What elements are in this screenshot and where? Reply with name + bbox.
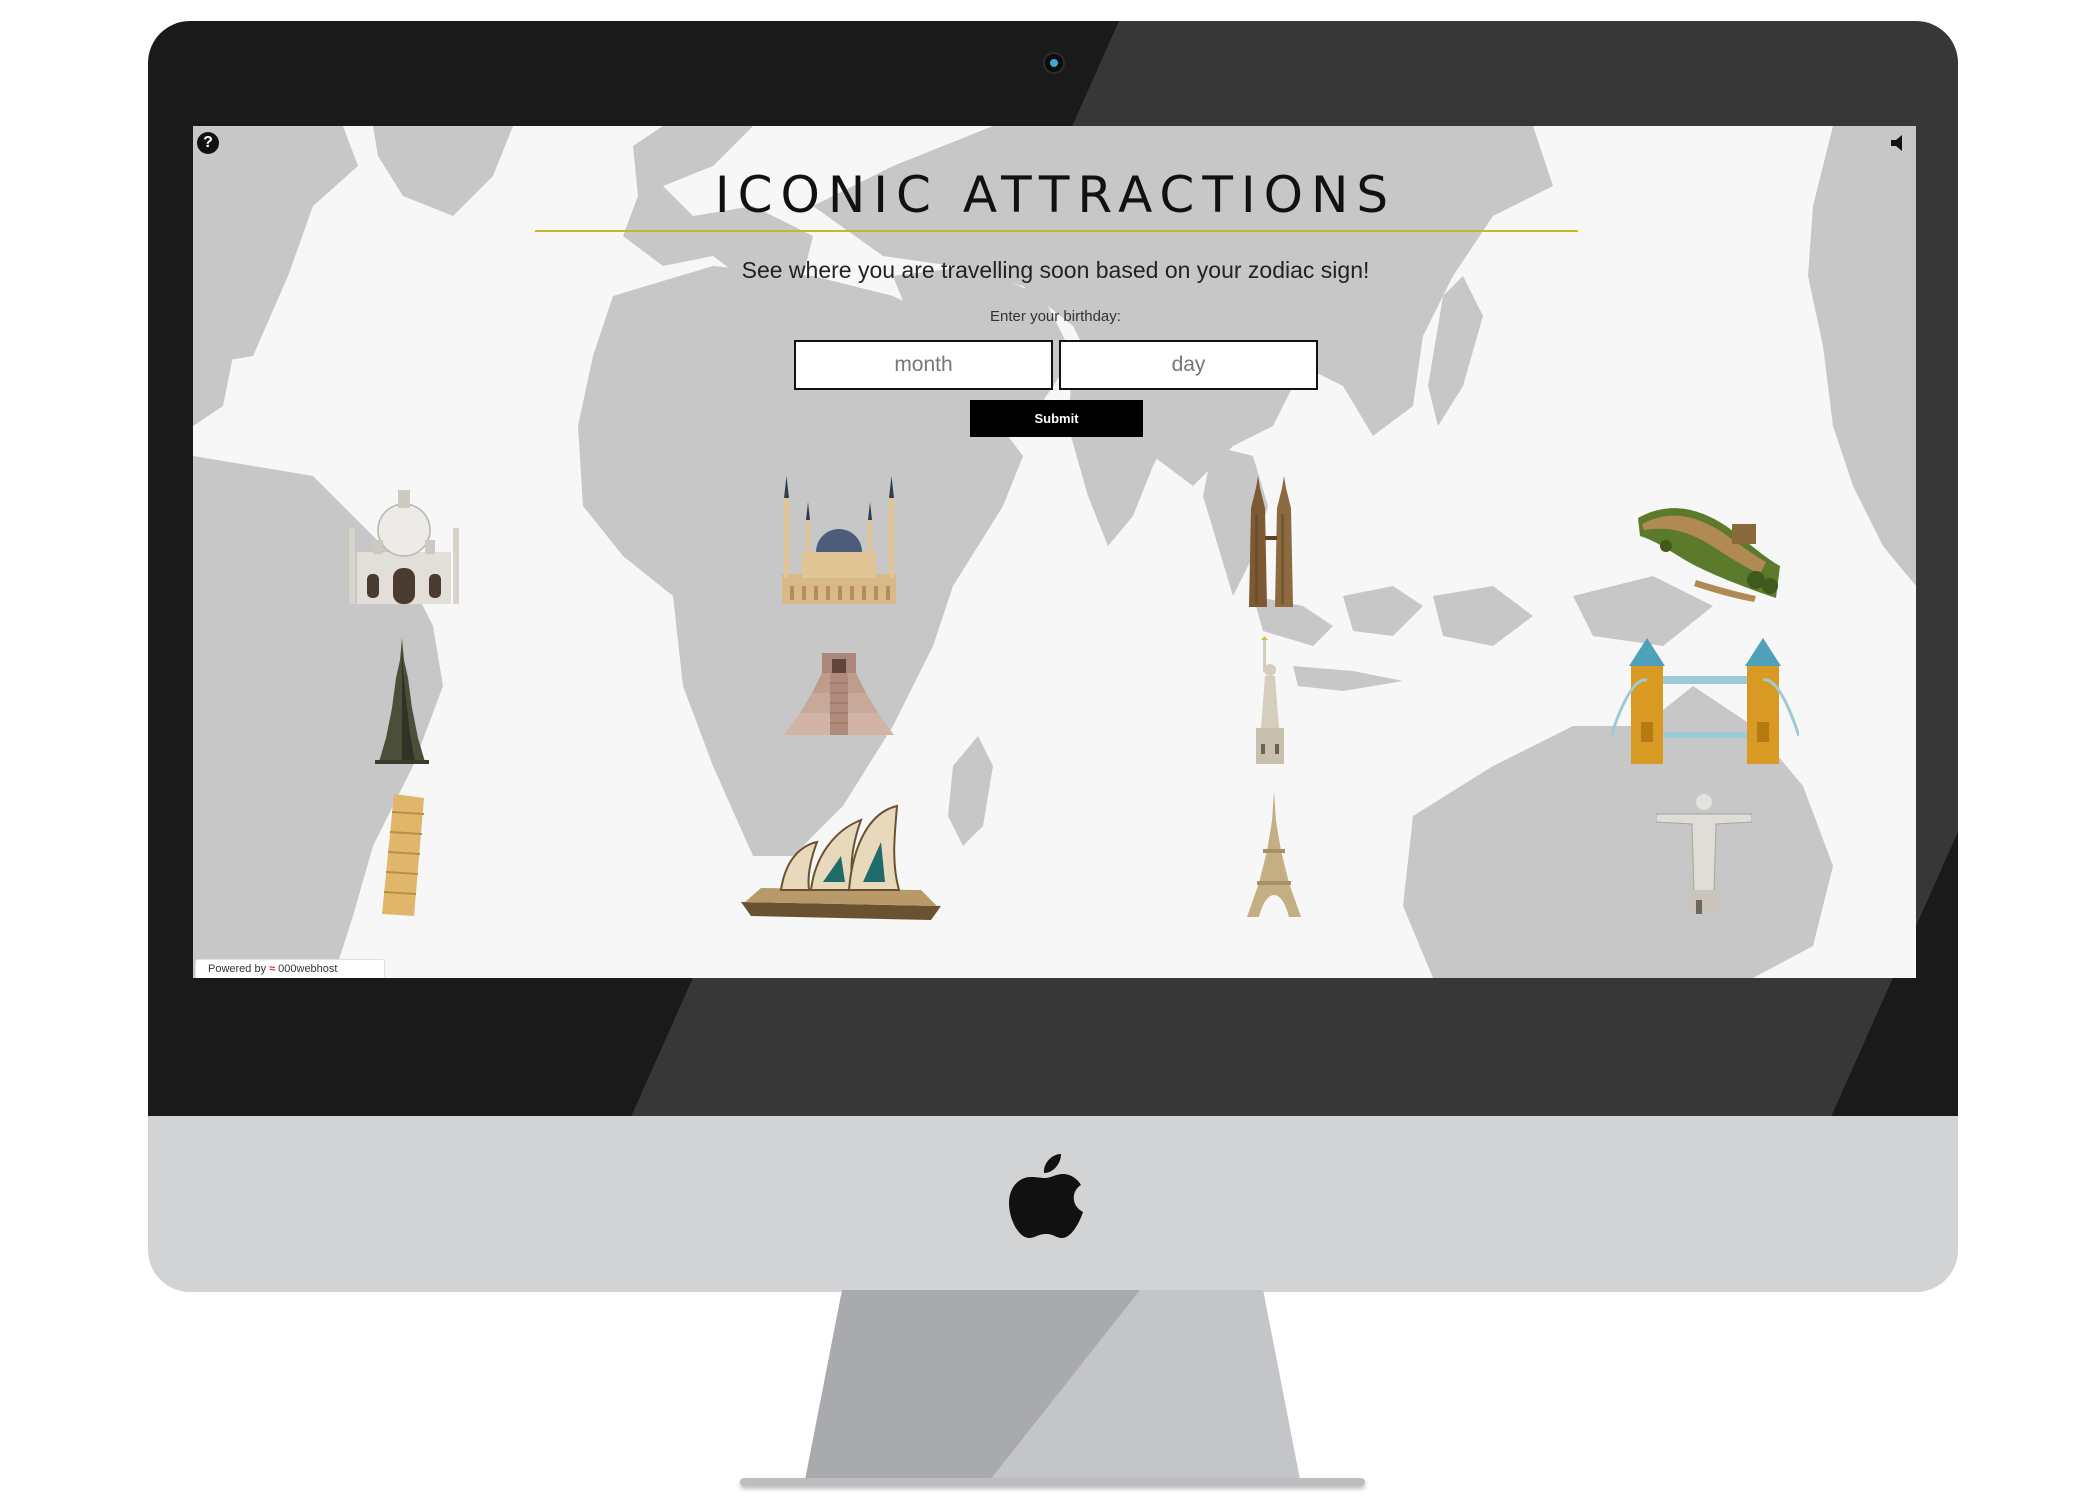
burj-khalifa-icon[interactable]: [369, 638, 435, 766]
taj-mahal-icon[interactable]: [345, 482, 463, 607]
webcam: [1043, 52, 1065, 74]
browser-viewport: ? ICONIC ATTRACTIONS See where you are t…: [193, 126, 1916, 978]
petronas-towers-icon[interactable]: [1245, 474, 1297, 607]
monitor-stand: [805, 1290, 1300, 1480]
apple-logo-icon: [1009, 1154, 1083, 1238]
birthday-label: Enter your birthday:: [990, 308, 1121, 325]
page-title: ICONIC ATTRACTIONS: [714, 166, 1397, 224]
eiffel-tower-icon[interactable]: [1245, 791, 1303, 919]
powered-by-text: Powered by: [208, 963, 267, 975]
month-input[interactable]: [794, 340, 1053, 390]
powered-by-badge[interactable]: Powered by ≈000webhost: [195, 959, 385, 978]
speaker-icon[interactable]: [1888, 132, 1910, 154]
help-question-icon[interactable]: ?: [197, 132, 219, 154]
christ-the-redeemer-icon[interactable]: [1656, 792, 1752, 916]
webhost-logo-icon: ≈: [269, 963, 276, 975]
great-wall-icon[interactable]: [1636, 496, 1782, 604]
stand-base: [740, 1478, 1365, 1486]
day-input[interactable]: [1059, 340, 1318, 390]
statue-of-liberty-icon[interactable]: [1253, 636, 1287, 766]
blue-mosque-icon[interactable]: [776, 474, 902, 607]
page-subtitle: See where you are travelling soon based …: [741, 257, 1370, 283]
host-name: 000webhost: [278, 963, 338, 975]
submit-button[interactable]: Submit: [970, 400, 1143, 437]
chichen-itza-icon[interactable]: [782, 649, 896, 737]
leaning-tower-of-pisa-icon[interactable]: [376, 792, 426, 916]
tower-bridge-icon[interactable]: [1611, 636, 1799, 766]
sydney-opera-house-icon[interactable]: [741, 802, 941, 922]
title-underline: [535, 230, 1578, 232]
